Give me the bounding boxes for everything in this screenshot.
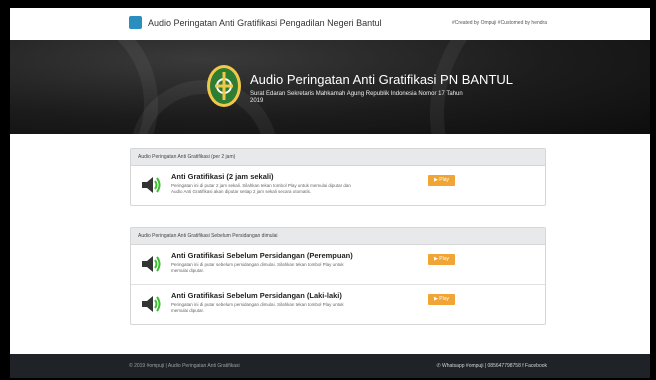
hero-decoration [430,40,650,134]
page-frame: Audio Peringatan Anti Gratifikasi Pengad… [10,8,650,378]
credit-text: #Created by Ompuji #Customed by hendra [451,20,547,26]
play-button[interactable]: ▶ Play [428,294,455,305]
play-icon: ▶ [434,256,438,262]
item-description: Peringatan ini di putar 2 jam sekali. Si… [171,183,351,194]
speaker-icon [142,296,161,312]
footer: © 2019 #ompuji | Audio Peringatan Anti G… [10,354,650,378]
court-emblem-icon [207,65,241,107]
list-item: Anti Gratifikasi Sebelum Persidangan (Pe… [131,245,545,285]
play-icon: ▶ [434,296,438,302]
brand-logo-icon [129,16,142,29]
item-title: Anti Gratifikasi Sebelum Persidangan (Pe… [171,251,353,260]
list-item: Anti Gratifikasi Sebelum Persidangan (La… [131,285,545,324]
play-button[interactable]: ▶ Play [428,254,455,265]
item-title: Anti Gratifikasi Sebelum Persidangan (La… [171,291,342,300]
play-button-label: Play [439,296,449,302]
list-item: Anti Gratifikasi (2 jam sekali) Peringat… [131,166,545,205]
panel-per-2-jam: Audio Peringatan Anti Gratifikasi (per 2… [130,148,546,206]
navbar: Audio Peringatan Anti Gratifikasi Pengad… [10,8,650,40]
item-title: Anti Gratifikasi (2 jam sekali) [171,172,274,181]
panel-heading: Audio Peringatan Anti Gratifikasi Sebelu… [131,228,545,245]
panel-heading: Audio Peringatan Anti Gratifikasi (per 2… [131,149,545,166]
brand[interactable]: Audio Peringatan Anti Gratifikasi Pengad… [129,16,382,29]
main-content: Audio Peringatan Anti Gratifikasi (per 2… [10,134,650,354]
speaker-icon [142,177,161,193]
panel-sebelum-persidangan: Audio Peringatan Anti Gratifikasi Sebelu… [130,227,546,325]
hero-banner: Audio Peringatan Anti Gratifikasi PN BAN… [10,40,650,134]
play-icon: ▶ [434,177,438,183]
speaker-icon [142,256,161,272]
hero-title: Audio Peringatan Anti Gratifikasi PN BAN… [250,72,514,87]
play-button[interactable]: ▶ Play [428,175,455,186]
item-description: Peringatan ini di putar sebelum persidan… [171,302,344,313]
brand-title[interactable]: Audio Peringatan Anti Gratifikasi Pengad… [148,18,382,28]
item-description: Peringatan ini di putar sebelum persidan… [171,262,344,273]
play-button-label: Play [439,256,449,262]
hero-subtitle: Surat Edaran Sekretaris Mahkamah Agung R… [250,91,463,104]
footer-contact-links[interactable]: ✆ Whatsapp #ompuji | 085647798758 f Face… [436,363,547,369]
play-button-label: Play [439,177,449,183]
hero-decoration [10,40,158,134]
footer-copyright: © 2019 #ompuji | Audio Peringatan Anti G… [129,363,240,369]
